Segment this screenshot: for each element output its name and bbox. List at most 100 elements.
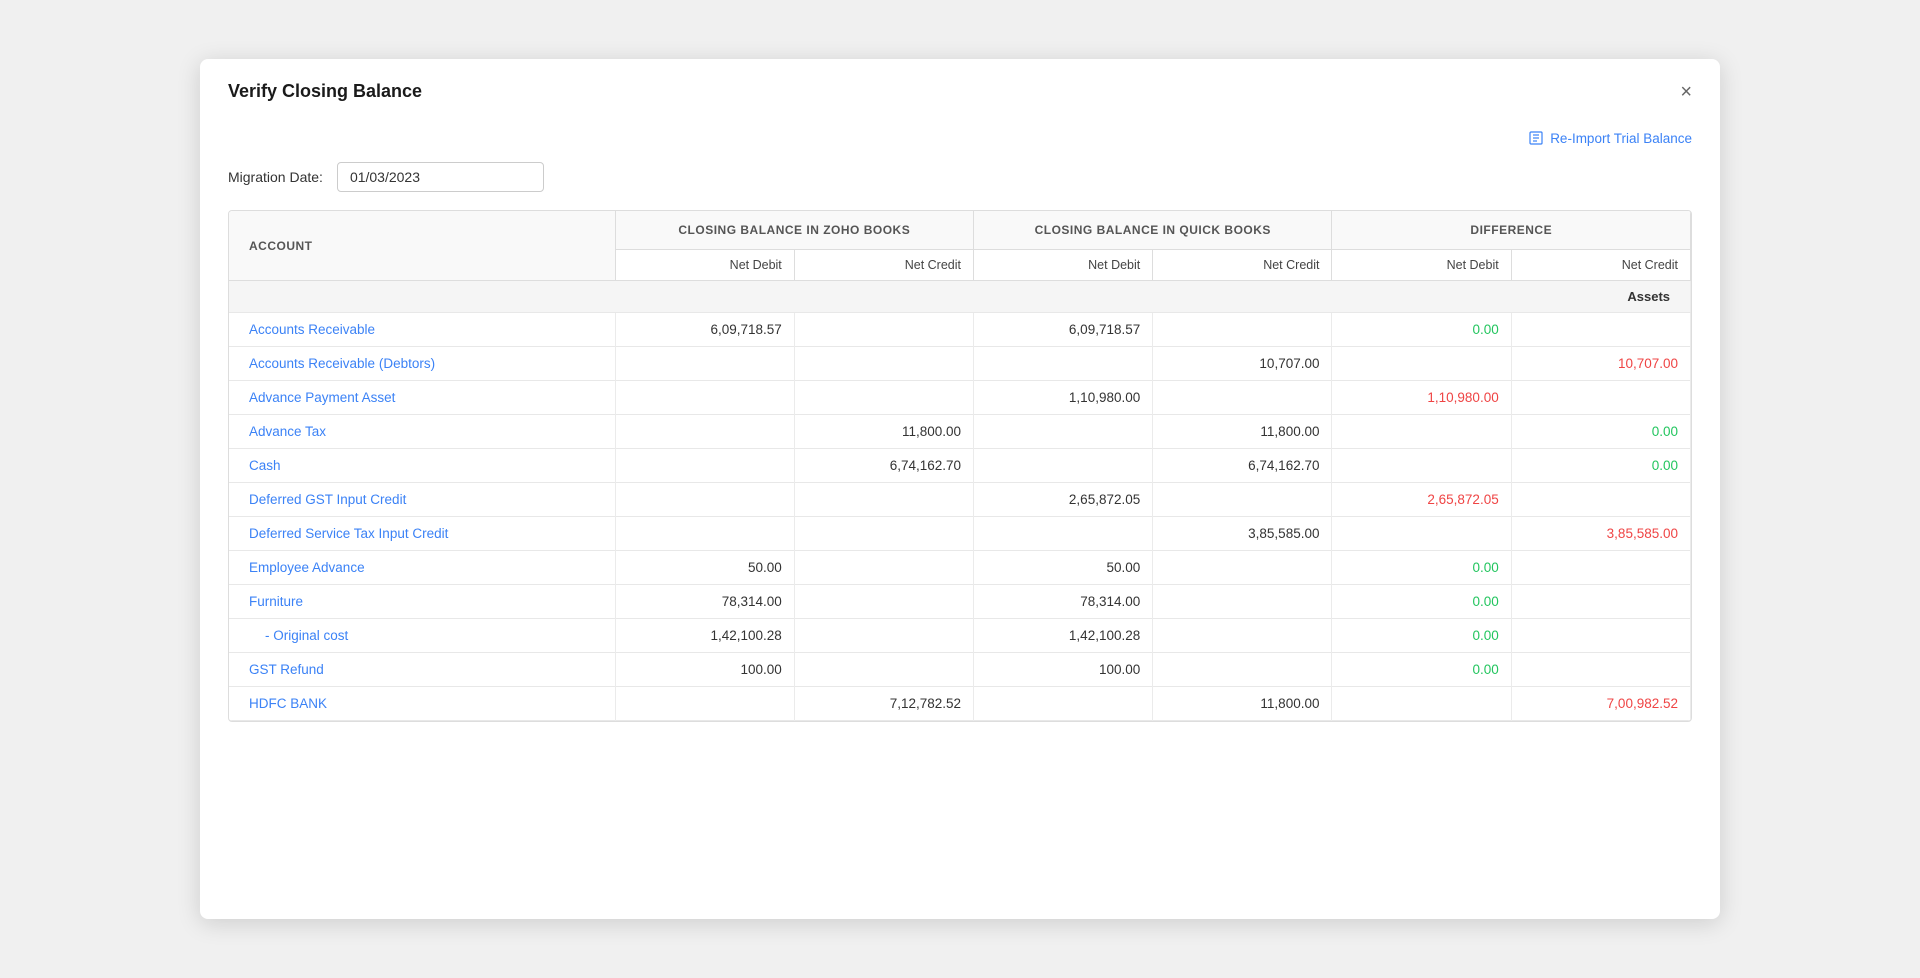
account-name[interactable]: Accounts Receivable (Debtors) <box>229 347 615 381</box>
zoho-credit-value <box>794 313 973 347</box>
zoho-credit-value <box>794 585 973 619</box>
zoho-debit-value <box>615 449 794 483</box>
zoho-credit-value: 6,74,162.70 <box>794 449 973 483</box>
qb-debit-value <box>974 415 1153 449</box>
diff-net-credit-header: Net Credit <box>1511 250 1690 281</box>
account-name[interactable]: Advance Payment Asset <box>229 381 615 415</box>
account-name[interactable]: HDFC BANK <box>229 687 615 721</box>
top-bar: Re-Import Trial Balance <box>228 130 1692 146</box>
qb-credit-value <box>1153 381 1332 415</box>
zoho-credit-value: 7,12,782.52 <box>794 687 973 721</box>
diff-debit-value: 0.00 <box>1332 551 1511 585</box>
migration-label: Migration Date: <box>228 169 323 185</box>
modal-title: Verify Closing Balance <box>228 81 422 102</box>
zoho-credit-value <box>794 619 973 653</box>
zoho-credit-value <box>794 551 973 585</box>
diff-credit-value <box>1511 381 1690 415</box>
qb-debit-value: 1,42,100.28 <box>974 619 1153 653</box>
diff-debit-value: 0.00 <box>1332 619 1511 653</box>
diff-credit-value <box>1511 313 1690 347</box>
account-name[interactable]: Deferred GST Input Credit <box>229 483 615 517</box>
diff-credit-value: 0.00 <box>1511 415 1690 449</box>
zoho-debit-value <box>615 517 794 551</box>
qb-debit-value <box>974 449 1153 483</box>
qb-debit-value: 78,314.00 <box>974 585 1153 619</box>
close-button[interactable]: × <box>1680 82 1692 102</box>
zoho-debit-value: 50.00 <box>615 551 794 585</box>
qb-credit-value <box>1153 551 1332 585</box>
zoho-credit-value <box>794 517 973 551</box>
zoho-debit-value <box>615 381 794 415</box>
diff-credit-value <box>1511 585 1690 619</box>
migration-date-input[interactable] <box>337 162 544 192</box>
col-header-account: ACCOUNT <box>229 211 615 281</box>
diff-debit-value: 0.00 <box>1332 653 1511 687</box>
zoho-debit-value <box>615 687 794 721</box>
account-name[interactable]: GST Refund <box>229 653 615 687</box>
zoho-credit-value <box>794 483 973 517</box>
import-icon <box>1528 130 1544 146</box>
table-row: Deferred Service Tax Input Credit 3,85,58… <box>229 517 1691 551</box>
diff-credit-value: 7,00,982.52 <box>1511 687 1690 721</box>
modal: Verify Closing Balance × Re-Import Trial… <box>200 59 1720 919</box>
qb-debit-value: 1,10,980.00 <box>974 381 1153 415</box>
zoho-net-debit-header: Net Debit <box>615 250 794 281</box>
zoho-credit-value <box>794 381 973 415</box>
diff-debit-value: 2,65,872.05 <box>1332 483 1511 517</box>
account-name[interactable]: Accounts Receivable <box>229 313 615 347</box>
account-name[interactable]: Furniture <box>229 585 615 619</box>
diff-debit-value <box>1332 449 1511 483</box>
zoho-debit-value <box>615 483 794 517</box>
qb-net-credit-header: Net Credit <box>1153 250 1332 281</box>
diff-debit-value: 0.00 <box>1332 313 1511 347</box>
qb-credit-value: 11,800.00 <box>1153 687 1332 721</box>
qb-debit-value <box>974 687 1153 721</box>
qb-debit-value: 6,09,718.57 <box>974 313 1153 347</box>
col-header-qb: CLOSING BALANCE IN QUICK BOOKS <box>974 211 1332 250</box>
account-name[interactable]: Advance Tax <box>229 415 615 449</box>
qb-credit-value <box>1153 313 1332 347</box>
table-row: GST Refund100.00100.000.00 <box>229 653 1691 687</box>
zoho-debit-value: 100.00 <box>615 653 794 687</box>
zoho-credit-value <box>794 653 973 687</box>
table-wrapper: ACCOUNT CLOSING BALANCE IN ZOHO BOOKS CL… <box>228 210 1692 722</box>
table-row: Furniture78,314.0078,314.000.00 <box>229 585 1691 619</box>
account-name[interactable]: Cash <box>229 449 615 483</box>
table-row: - Original cost1,42,100.281,42,100.280.0… <box>229 619 1691 653</box>
qb-credit-value <box>1153 653 1332 687</box>
zoho-debit-value: 6,09,718.57 <box>615 313 794 347</box>
account-name[interactable]: - Original cost <box>229 619 615 653</box>
qb-credit-value: 6,74,162.70 <box>1153 449 1332 483</box>
qb-credit-value <box>1153 585 1332 619</box>
table-row: Accounts Receivable (Debtors) 10,707.00 10… <box>229 347 1691 381</box>
diff-debit-value <box>1332 415 1511 449</box>
qb-credit-value <box>1153 483 1332 517</box>
col-header-diff: DIFFERENCE <box>1332 211 1691 250</box>
col-header-zoho: CLOSING BALANCE IN ZOHO BOOKS <box>615 211 973 250</box>
diff-credit-value <box>1511 483 1690 517</box>
account-name[interactable]: Employee Advance <box>229 551 615 585</box>
diff-credit-value <box>1511 653 1690 687</box>
qb-debit-value <box>974 517 1153 551</box>
re-import-button[interactable]: Re-Import Trial Balance <box>1528 130 1692 146</box>
balance-table: ACCOUNT CLOSING BALANCE IN ZOHO BOOKS CL… <box>229 211 1691 721</box>
zoho-debit-value: 78,314.00 <box>615 585 794 619</box>
modal-body: Re-Import Trial Balance Migration Date: … <box>200 118 1720 750</box>
re-import-label: Re-Import Trial Balance <box>1550 131 1692 146</box>
table-row: HDFC BANK 7,12,782.52 11,800.00 7,00,982.52 <box>229 687 1691 721</box>
zoho-debit-value: 1,42,100.28 <box>615 619 794 653</box>
diff-debit-value: 1,10,980.00 <box>1332 381 1511 415</box>
diff-credit-value: 10,707.00 <box>1511 347 1690 381</box>
diff-debit-value <box>1332 517 1511 551</box>
group-header: Assets <box>229 281 1691 313</box>
diff-debit-value <box>1332 347 1511 381</box>
modal-header: Verify Closing Balance × <box>200 59 1720 118</box>
account-name[interactable]: Deferred Service Tax Input Credit <box>229 517 615 551</box>
diff-debit-value <box>1332 687 1511 721</box>
zoho-credit-value <box>794 347 973 381</box>
table-row: Advance Payment Asset 1,10,980.00 1,10,980… <box>229 381 1691 415</box>
diff-credit-value: 3,85,585.00 <box>1511 517 1690 551</box>
table-row: Deferred GST Input Credit2,65,872.052,65… <box>229 483 1691 517</box>
diff-credit-value <box>1511 551 1690 585</box>
qb-credit-value: 10,707.00 <box>1153 347 1332 381</box>
